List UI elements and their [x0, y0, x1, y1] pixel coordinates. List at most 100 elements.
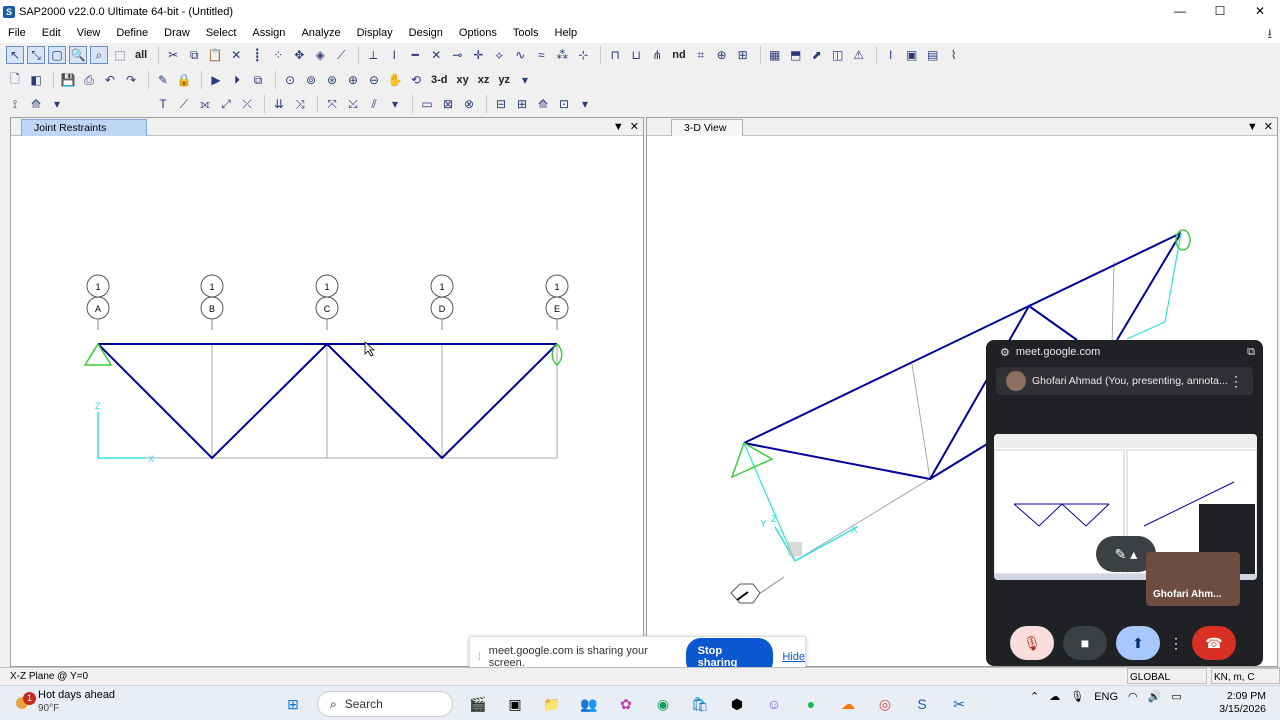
display-design-icon[interactable]: ⟰	[534, 95, 552, 113]
menu-tools[interactable]: Tools	[505, 23, 547, 43]
display-results-icon[interactable]: ⊡	[555, 95, 573, 113]
grid-lines-icon[interactable]: ┋	[248, 46, 266, 64]
copy-icon[interactable]: ⧉	[185, 46, 203, 64]
row3-dropdown-icon[interactable]: ▾	[48, 95, 66, 113]
design-icon[interactable]: ⬈	[808, 46, 826, 64]
merge-icon[interactable]: ◈	[311, 46, 329, 64]
frame-axial-icon[interactable]: ▾	[386, 95, 404, 113]
new-model-icon[interactable]: 🗋	[6, 71, 24, 89]
windows-start-icon[interactable]: ⊞	[280, 691, 306, 717]
sap2000-taskbar-icon[interactable]: S	[909, 691, 935, 717]
presenter-bar[interactable]: Ghofari Ahmad (You, presenting, annota..…	[996, 367, 1253, 395]
cut-icon[interactable]: ✂	[164, 46, 182, 64]
tab-3d-view[interactable]: 3-D View	[671, 119, 743, 136]
frame-local-axes-icon[interactable]: ⤢	[217, 95, 235, 113]
menu-define[interactable]: Define	[108, 23, 156, 43]
volume-icon[interactable]: 🔊	[1148, 690, 1162, 703]
copilot-icon[interactable]: ✿	[613, 691, 639, 717]
tab-joint-restraints[interactable]: Joint Restraints	[21, 119, 147, 136]
discord-icon[interactable]: ☺	[761, 691, 787, 717]
frame-output-icon[interactable]: ⤧	[323, 95, 341, 113]
display-icon[interactable]: ◫	[829, 46, 847, 64]
draw-special-joint-icon[interactable]: ⟂	[364, 46, 382, 64]
animation-icon[interactable]: ⧉	[249, 71, 267, 89]
zoom-region-icon[interactable]: ⌕	[90, 46, 108, 64]
pane-dropdown-icon[interactable]: ▼	[1247, 118, 1258, 136]
task-view-icon[interactable]: ▣	[502, 691, 528, 717]
pane-dropdown-icon[interactable]: ▼	[613, 118, 624, 136]
load-pattern-icon[interactable]: ▤	[924, 46, 942, 64]
reference-line-icon[interactable]: ⊞	[734, 46, 752, 64]
save-icon[interactable]: 💾	[59, 71, 77, 89]
zoom-out-icon[interactable]: ⊖	[365, 71, 383, 89]
pointer-icon[interactable]: ↖	[6, 46, 24, 64]
draw-line-icon[interactable]: ━	[406, 46, 424, 64]
draw-link-icon[interactable]: ⊸	[448, 46, 466, 64]
meet-settings-icon[interactable]: ⚙	[1000, 346, 1010, 359]
menu-analyze[interactable]: Analyze	[293, 23, 348, 43]
area-section-icon[interactable]: ▣	[903, 46, 921, 64]
view-xz-button[interactable]: xz	[475, 71, 493, 89]
menu-assign[interactable]: Assign	[244, 23, 293, 43]
draw-cable-icon[interactable]: ✕	[427, 46, 445, 64]
draw-node-icon[interactable]: ✛	[469, 46, 487, 64]
snipping-tool-icon[interactable]: ✂	[946, 691, 972, 717]
view-3d-button[interactable]: 3-d	[428, 71, 451, 89]
show-hidden-icons-icon[interactable]: ⌃	[1030, 690, 1039, 703]
move-icon[interactable]: ✥	[290, 46, 308, 64]
view-yz-button[interactable]: yz	[495, 71, 513, 89]
taskbar-search[interactable]: ⌕ Search	[317, 691, 453, 717]
menu-display[interactable]: Display	[349, 23, 401, 43]
chrome-icon[interactable]: ◎	[872, 691, 898, 717]
more-controls-icon[interactable]: ⋮	[1169, 626, 1183, 660]
clock[interactable]: 2:09 PM 3/15/2026	[1219, 690, 1266, 716]
run-analysis-icon[interactable]: ⏵	[228, 71, 246, 89]
menu-select[interactable]: Select	[198, 23, 245, 43]
select-all-icon[interactable]: ⬚	[111, 46, 129, 64]
open-icon[interactable]: ◧	[27, 71, 45, 89]
view-xy-button[interactable]: xy	[454, 71, 472, 89]
microphone-icon[interactable]: 🎙	[1070, 690, 1084, 703]
nd-icon[interactable]: nd	[669, 46, 688, 64]
draw-poly-area-icon[interactable]: ⊓	[606, 46, 624, 64]
rotate-icon[interactable]: ⟲	[407, 71, 425, 89]
soundcloud-icon[interactable]: ☁	[835, 691, 861, 717]
draw-curve-icon[interactable]: ∿	[511, 46, 529, 64]
menu-help[interactable]: Help	[547, 23, 586, 43]
redo-icon[interactable]: ↷	[122, 71, 140, 89]
language-indicator[interactable]: ENG	[1094, 691, 1118, 703]
menu-options[interactable]: Options	[451, 23, 505, 43]
menu-design[interactable]: Design	[401, 23, 451, 43]
store-icon[interactable]: 🛍	[687, 691, 713, 717]
minimize-button[interactable]: —	[1160, 0, 1200, 23]
table-icon[interactable]: ▦	[766, 46, 784, 64]
analysis-icon[interactable]: ⚠	[850, 46, 868, 64]
frame-insertion-icon[interactable]: ⤫	[238, 95, 256, 113]
view-dropdown-icon[interactable]: ▾	[516, 71, 534, 89]
zoom-window-icon[interactable]: 🔍	[69, 46, 87, 64]
paste-icon[interactable]: 📋	[206, 46, 224, 64]
spotify-icon[interactable]: ●	[798, 691, 824, 717]
lock-model-icon[interactable]: 🔒	[175, 71, 193, 89]
draw-rect-area-icon[interactable]: ⊔	[627, 46, 645, 64]
frame-section-assign-icon[interactable]: ⟗	[196, 95, 214, 113]
camera-button[interactable]: ■	[1063, 626, 1107, 660]
wifi-icon[interactable]: ◠	[1128, 690, 1138, 703]
previous-zoom-icon[interactable]: ⊛	[323, 71, 341, 89]
replicate-icon[interactable]: ⁘	[269, 46, 287, 64]
pane-close-icon[interactable]: ✕	[1264, 118, 1273, 136]
reshape-icon[interactable]: ⤡	[27, 46, 45, 64]
menu-view[interactable]: View	[69, 23, 109, 43]
file-explorer-icon[interactable]: 📁	[539, 691, 565, 717]
menu-edit[interactable]: Edit	[34, 23, 69, 43]
restore-full-view-icon[interactable]: ⊚	[302, 71, 320, 89]
units-select[interactable]: KN, m, C	[1211, 668, 1280, 684]
maximize-button[interactable]: ☐	[1200, 0, 1240, 23]
all-icon[interactable]: all	[132, 46, 150, 64]
draw-shape-icon[interactable]: ⊹	[574, 46, 592, 64]
menu-draw[interactable]: Draw	[156, 23, 198, 43]
display-tables-icon[interactable]: ⊟	[492, 95, 510, 113]
pan-icon[interactable]: ✋	[386, 71, 404, 89]
elevation-viewport[interactable]: 1 A 1 B 1 C 1 D 1 E Z X	[11, 137, 643, 666]
onedrive-icon[interactable]: ☁	[1049, 690, 1060, 703]
